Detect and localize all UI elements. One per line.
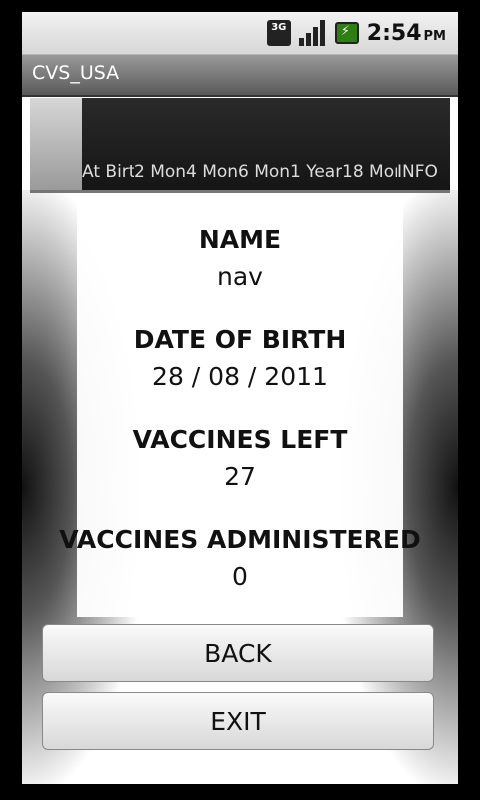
tab-label: At Birth (82, 162, 135, 182)
app-title: CVS_USA (32, 62, 120, 84)
exit-button[interactable]: EXIT (42, 692, 434, 750)
battery-charging-icon (334, 22, 359, 44)
back-button[interactable]: BACK (42, 624, 434, 682)
vaccines-left-section: VACCINES LEFT 27 (22, 425, 458, 491)
network-3g-icon: 3G (266, 20, 291, 46)
tab-at-birth[interactable]: At Birth (82, 98, 135, 190)
dob-label: DATE OF BIRTH (133, 325, 347, 354)
name-value: nav (217, 262, 263, 291)
tab-home[interactable] (30, 98, 83, 190)
signal-strength-icon (298, 20, 327, 46)
tab-6-months[interactable]: 6 Months (238, 98, 291, 190)
tab-18-months[interactable]: 18 Months (342, 98, 398, 190)
status-bar: 3G 2:54PM (22, 12, 458, 55)
tab-4-months[interactable]: 4 Months (186, 98, 239, 190)
tab-label: INFO (397, 162, 438, 182)
tab-label: 1 Year (290, 162, 343, 182)
vaccines-administered-value: 0 (232, 562, 248, 591)
vaccines-administered-section: VACCINES ADMINISTERED 0 (22, 525, 458, 591)
tab-label: 6 Months (238, 162, 291, 182)
tab-label: 2 Months (134, 162, 187, 182)
tab-1-year[interactable]: 1 Year (290, 98, 343, 190)
app-title-bar: CVS_USA (22, 55, 458, 97)
name-section: NAME nav (22, 225, 458, 291)
tab-bar: At Birth 2 Months 4 Months 6 Months 1 Ye… (30, 98, 450, 193)
vaccines-left-value: 27 (224, 462, 256, 491)
clock-time: 2:54 (366, 20, 422, 46)
device-frame: 3G 2:54PM CVS_USA At Birth (0, 0, 480, 800)
name-label: NAME (198, 225, 282, 254)
dob-value: 28 / 08 / 2011 (152, 362, 328, 391)
tab-2-months[interactable]: 2 Months (134, 98, 187, 190)
status-clock: 2:54 PM (367, 21, 446, 46)
clock-ampm: PM (423, 28, 446, 44)
tab-label: 4 Months (186, 162, 239, 182)
vaccines-left-label: VACCINES LEFT (132, 425, 348, 454)
status-icons: 3G 2:54PM (266, 12, 446, 54)
tab-label: 18 Months (342, 162, 397, 182)
dob-section: DATE OF BIRTH 28 / 08 / 2011 (22, 325, 458, 391)
tab-info[interactable]: INFO (397, 98, 450, 190)
vaccines-administered-label: VACCINES ADMINISTERED (59, 525, 421, 554)
phone-screen: 3G 2:54PM CVS_USA At Birth (22, 12, 458, 784)
